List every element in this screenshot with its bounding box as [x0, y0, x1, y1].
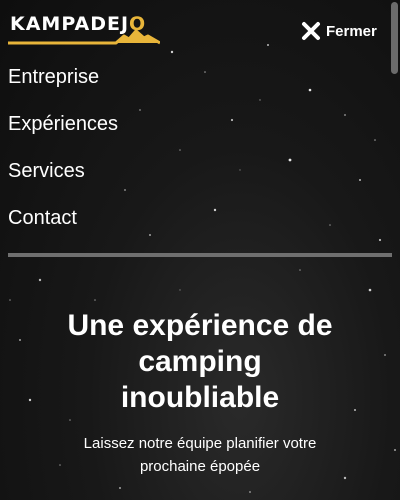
nav-item-entreprise[interactable]: Entreprise: [8, 62, 118, 109]
scrollbar[interactable]: [391, 2, 398, 74]
menu-divider: [8, 253, 392, 257]
hero-subtitle-line: Laissez notre équipe planifier votre: [83, 435, 317, 452]
hero-title-line: Une expérience de: [67, 309, 333, 342]
close-label: Fermer: [326, 22, 377, 40]
nav-item-services[interactable]: Services: [8, 156, 118, 203]
hero-title-line: inoubliable: [120, 381, 280, 414]
main-navigation: Entreprise Expériences Services Contact: [8, 62, 118, 250]
mountain-logo-icon: [8, 29, 160, 45]
nav-item-contact[interactable]: Contact: [8, 203, 118, 250]
mobile-menu-screen: KAMPADEJO Fermer Entreprise Expériences …: [0, 0, 400, 500]
hero-title: Une expérience de camping inoubliable: [0, 308, 400, 416]
hero-title-line: camping: [138, 345, 262, 378]
close-menu-button[interactable]: Fermer: [300, 18, 377, 44]
brand-logo[interactable]: KAMPADEJO: [8, 10, 160, 46]
hero-subtitle-line: prochaine épopée: [139, 458, 261, 475]
hero-subtitle: Laissez notre équipe planifier votre pro…: [0, 432, 400, 478]
nav-item-experiences[interactable]: Expériences: [8, 109, 118, 156]
close-icon: [302, 22, 320, 40]
